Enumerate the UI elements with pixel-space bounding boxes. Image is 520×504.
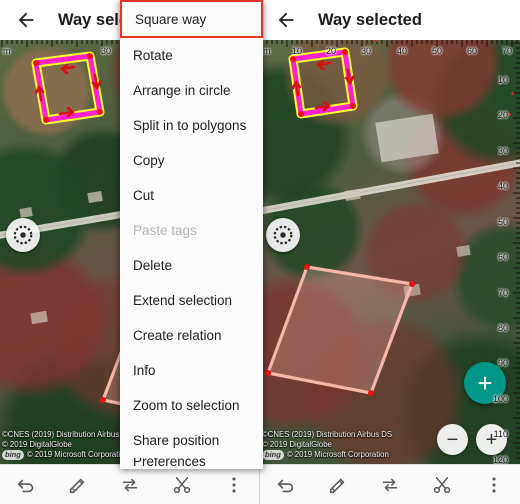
gps-target-icon[interactable] (266, 218, 300, 252)
menu-item-label: Rotate (133, 48, 173, 63)
app-bar-right: Way selected (260, 0, 520, 40)
bottom-toolbar-right (260, 464, 520, 504)
menu-item-cut[interactable]: Cut (120, 178, 263, 213)
transfer-icon[interactable] (111, 466, 149, 504)
menu-item-create-relation[interactable]: Create relation (120, 318, 263, 353)
menu-item-label: Info (133, 363, 156, 378)
menu-item-label: Create relation (133, 328, 222, 343)
bing-logo: bing (2, 450, 24, 460)
undo-icon[interactable] (7, 466, 45, 504)
menu-item-copy[interactable]: Copy (120, 143, 263, 178)
menu-item-split-in-to-polygons[interactable]: Split in to polygons (120, 108, 263, 143)
gps-target-icon[interactable] (6, 218, 40, 252)
attribution-line-2: © 2019 DigitalGlobe (2, 440, 72, 449)
menu-item-zoom-to-selection[interactable]: Zoom to selection (120, 388, 263, 423)
cut-icon[interactable] (423, 466, 461, 504)
overflow-icon[interactable] (475, 466, 513, 504)
transfer-icon[interactable] (371, 466, 409, 504)
menu-item-label: Zoom to selection (133, 398, 240, 413)
app-root: Way selected ©CNES (2019) Distribution A… (0, 0, 520, 504)
ruler-marker-dot (511, 92, 514, 95)
back-arrow-icon[interactable] (6, 0, 46, 40)
ruler-marker-dot (508, 113, 511, 116)
page-title: Way selected (318, 10, 422, 29)
add-button[interactable]: + (464, 362, 506, 404)
attribution-line-3: © 2019 Microsoft Corporation (286, 450, 389, 459)
selected-way (288, 47, 358, 119)
attribution-line-1: ©CNES (2019) Distribution Airbus DS (262, 430, 393, 439)
selected-way (31, 51, 105, 125)
menu-item-info[interactable]: Info (120, 353, 263, 388)
menu-item-preferences[interactable]: Preferences (120, 458, 263, 469)
menu-item-delete[interactable]: Delete (120, 248, 263, 283)
way-outline (265, 264, 415, 396)
map-attribution: ©CNES (2019) Distribution Airbus DS © 20… (2, 430, 132, 460)
undo-icon[interactable] (267, 466, 305, 504)
menu-item-label: Preferences (133, 458, 206, 469)
menu-item-label: Copy (133, 153, 165, 168)
menu-item-label: Cut (133, 188, 155, 203)
menu-item-arrange-in-circle[interactable]: Arrange in circle (120, 73, 263, 108)
menu-item-paste-tags: Paste tags (120, 213, 263, 248)
menu-item-label: Arrange in circle (133, 83, 231, 98)
back-arrow-icon[interactable] (266, 0, 306, 40)
context-menu[interactable]: Square way Rotate Arrange in circle Split i… (120, 0, 263, 469)
bottom-toolbar-left (0, 464, 259, 504)
edit-icon[interactable] (59, 466, 97, 504)
menu-item-label: Delete (133, 258, 173, 273)
menu-item-label: Split in to polygons (133, 118, 247, 133)
menu-item-label: Paste tags (133, 223, 197, 238)
zoom-in-button[interactable]: + (476, 424, 507, 455)
menu-item-square-way[interactable]: Square way (120, 0, 263, 38)
map-canvas-right[interactable]: ©CNES (2019) Distribution Airbus DS © 20… (260, 40, 520, 464)
attribution-line-2: © 2019 DigitalGlobe (262, 440, 332, 449)
attribution-line-3: © 2019 Microsoft Corporation (26, 450, 129, 459)
panel-right: Way selected ©CNES (2019) Distribution A… (260, 0, 520, 504)
edit-icon[interactable] (319, 466, 357, 504)
menu-item-extend-selection[interactable]: Extend selection (120, 283, 263, 318)
bing-logo: bing (262, 450, 284, 460)
menu-item-label: Share position (133, 433, 220, 448)
zoom-out-button[interactable]: − (437, 424, 468, 455)
map-attribution: ©CNES (2019) Distribution Airbus DS © 20… (262, 430, 392, 460)
overflow-icon[interactable] (215, 466, 253, 504)
menu-item-label: Extend selection (133, 293, 233, 308)
menu-item-share-position[interactable]: Share position (120, 423, 263, 458)
menu-item-label: Square way (135, 11, 207, 27)
menu-item-rotate[interactable]: Rotate (120, 38, 263, 73)
cut-icon[interactable] (163, 466, 201, 504)
attribution-line-1: ©CNES (2019) Distribution Airbus DS (2, 430, 133, 439)
